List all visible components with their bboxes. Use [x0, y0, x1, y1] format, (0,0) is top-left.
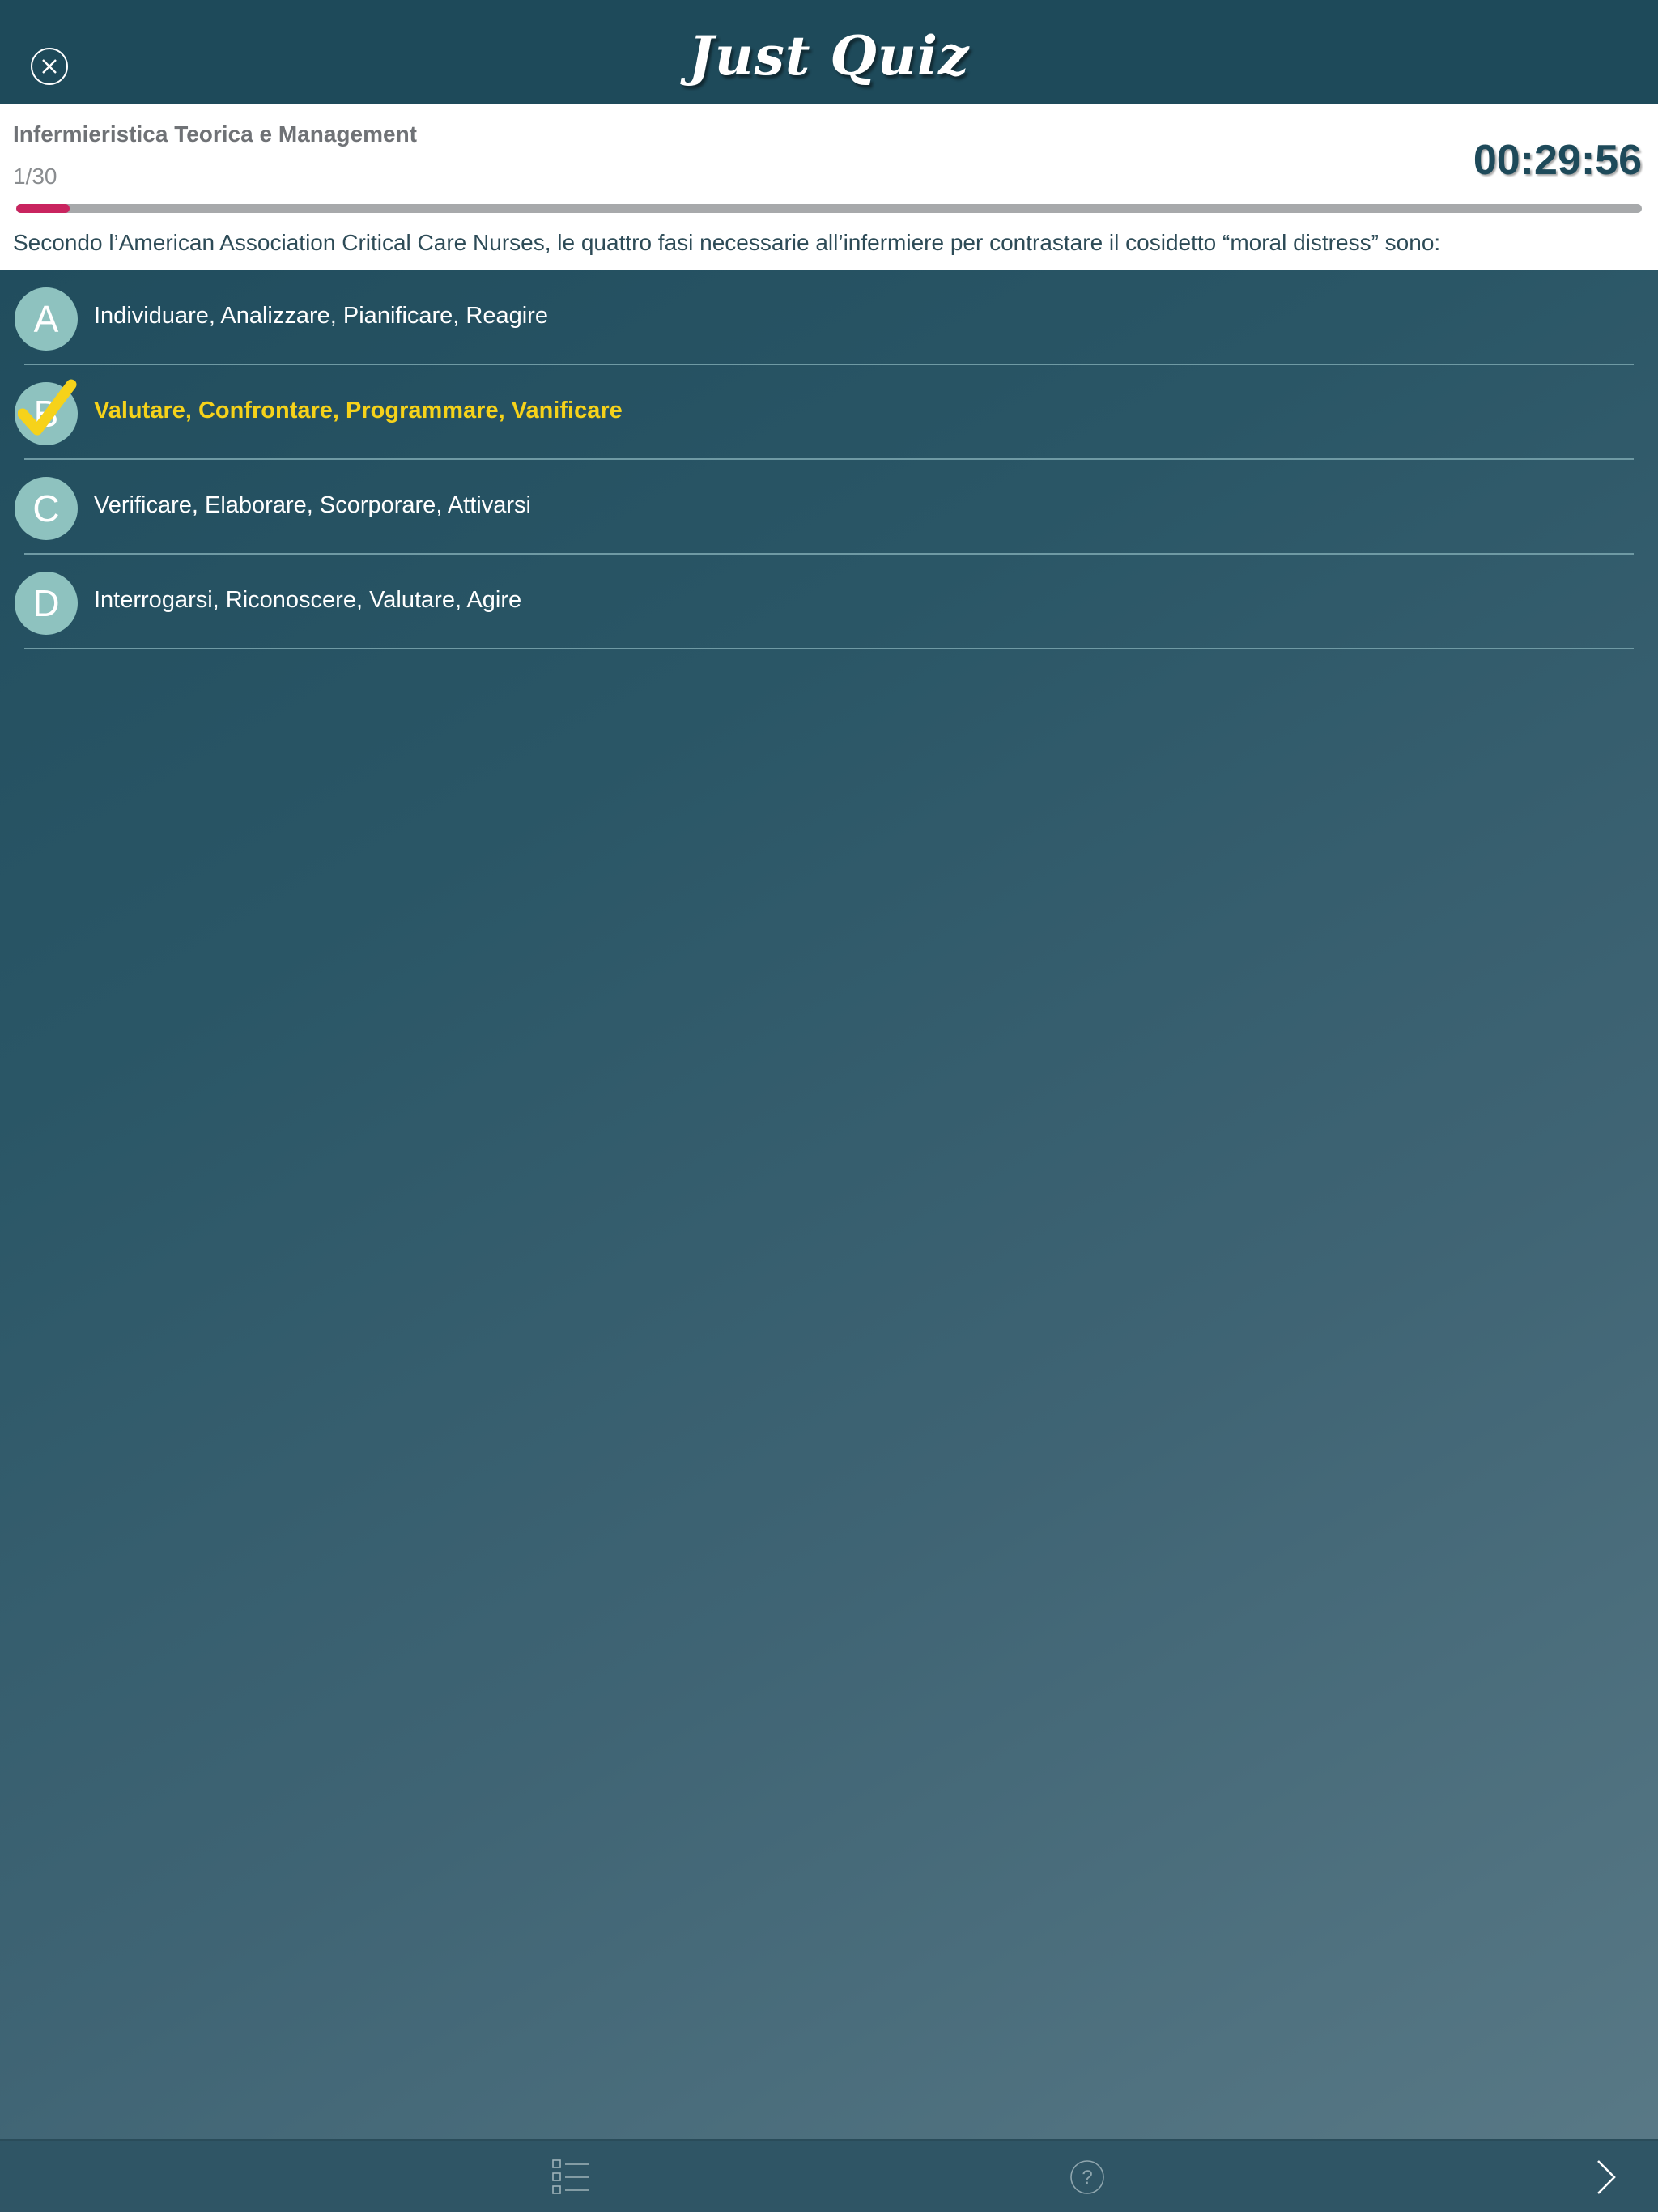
progress-bar: [16, 204, 1642, 213]
answer-text: Individuare, Analizzare, Pianificare, Re…: [94, 303, 548, 329]
answer-letter-badge: C: [15, 477, 78, 540]
countdown-timer: 00:29:56: [1473, 137, 1642, 184]
answer-text: Verificare, Elaborare, Scorporare, Attiv…: [94, 492, 531, 518]
question-panel: Infermieristica Teorica e Management 1/3…: [0, 104, 1658, 270]
answer-text: Interrogarsi, Riconoscere, Valutare, Agi…: [94, 587, 522, 613]
answer-letter-badge: D: [15, 572, 78, 635]
bottom-toolbar: ?: [0, 2139, 1658, 2212]
answer-text: Valutare, Confrontare, Programmare, Vani…: [94, 398, 623, 423]
quiz-subject: Infermieristica Teorica e Management: [13, 121, 417, 147]
answer-option-b[interactable]: B Valutare, Confrontare, Programmare, Va…: [0, 365, 1658, 460]
answer-option-d[interactable]: D Interrogarsi, Riconoscere, Valutare, A…: [0, 555, 1658, 649]
help-icon[interactable]: ?: [1069, 2159, 1106, 2196]
question-text: Secondo l’American Association Critical …: [13, 230, 1441, 255]
top-bar: Just Quiz: [0, 0, 1658, 104]
progress-fill: [16, 204, 70, 213]
question-counter: 1/30: [13, 164, 57, 189]
answer-option-a[interactable]: A Individuare, Analizzare, Pianificare, …: [0, 270, 1658, 365]
answer-option-c[interactable]: C Verificare, Elaborare, Scorporare, Att…: [0, 460, 1658, 555]
svg-text:?: ?: [1082, 2167, 1092, 2189]
divider: [24, 648, 1634, 649]
question-list-icon[interactable]: [552, 2159, 589, 2196]
app-title: Just Quiz: [688, 24, 970, 87]
chevron-right-icon[interactable]: [1593, 2159, 1618, 2196]
answer-letter-badge: A: [15, 287, 78, 351]
check-icon: [18, 379, 77, 436]
answer-list: A Individuare, Analizzare, Pianificare, …: [0, 270, 1658, 649]
